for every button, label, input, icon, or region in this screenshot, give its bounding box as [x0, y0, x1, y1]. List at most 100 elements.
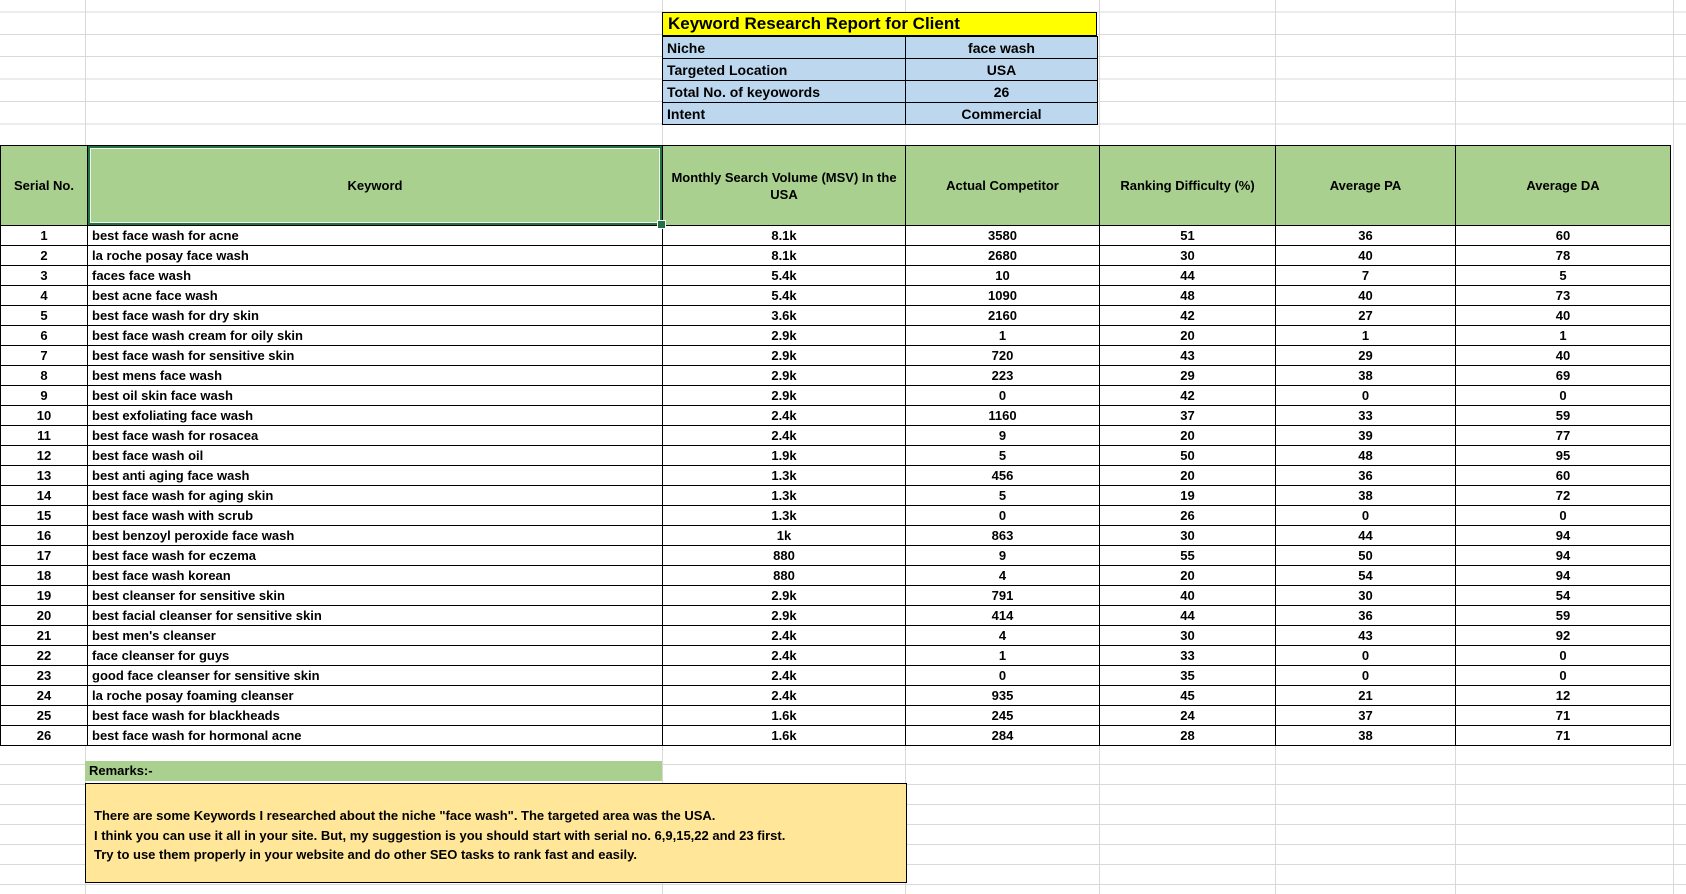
- cell-average-da[interactable]: 92: [1455, 625, 1671, 646]
- cell-average-da[interactable]: 71: [1455, 725, 1671, 746]
- cell-ranking-difficulty[interactable]: 40: [1099, 585, 1276, 606]
- cell-average-da[interactable]: 60: [1455, 465, 1671, 486]
- cell-actual-competitor[interactable]: 720: [905, 345, 1100, 366]
- cell-ranking-difficulty[interactable]: 35: [1099, 665, 1276, 686]
- cell-msv[interactable]: 2.4k: [662, 425, 906, 446]
- cell-serial-no[interactable]: 17: [0, 545, 88, 566]
- cell-average-pa[interactable]: 33: [1275, 405, 1456, 426]
- cell-serial-no[interactable]: 10: [0, 405, 88, 426]
- cell-ranking-difficulty[interactable]: 44: [1099, 265, 1276, 286]
- column-header-actual-competitor[interactable]: Actual Competitor: [905, 145, 1100, 226]
- cell-keyword[interactable]: best face wash for blackheads: [87, 705, 663, 726]
- cell-serial-no[interactable]: 15: [0, 505, 88, 526]
- cell-keyword[interactable]: face cleanser for guys: [87, 645, 663, 666]
- cell-keyword[interactable]: best face wash cream for oily skin: [87, 325, 663, 346]
- cell-average-pa[interactable]: 29: [1275, 345, 1456, 366]
- info-value-cell[interactable]: Commercial: [905, 102, 1098, 125]
- cell-average-pa[interactable]: 40: [1275, 285, 1456, 306]
- cell-actual-competitor[interactable]: 223: [905, 365, 1100, 386]
- cell-actual-competitor[interactable]: 2160: [905, 305, 1100, 326]
- cell-serial-no[interactable]: 13: [0, 465, 88, 486]
- cell-ranking-difficulty[interactable]: 20: [1099, 565, 1276, 586]
- cell-keyword[interactable]: best oil skin face wash: [87, 385, 663, 406]
- cell-keyword[interactable]: best cleanser for sensitive skin: [87, 585, 663, 606]
- cell-average-pa[interactable]: 37: [1275, 705, 1456, 726]
- cell-average-pa[interactable]: 27: [1275, 305, 1456, 326]
- report-title-cell[interactable]: Keyword Research Report for Client: [662, 12, 1097, 36]
- cell-serial-no[interactable]: 2: [0, 245, 88, 266]
- cell-serial-no[interactable]: 1: [0, 225, 88, 246]
- cell-average-pa[interactable]: 44: [1275, 525, 1456, 546]
- cell-msv[interactable]: 5.4k: [662, 265, 906, 286]
- cell-actual-competitor[interactable]: 0: [905, 385, 1100, 406]
- cell-serial-no[interactable]: 6: [0, 325, 88, 346]
- cell-ranking-difficulty[interactable]: 33: [1099, 645, 1276, 666]
- cell-keyword[interactable]: best face wash for acne: [87, 225, 663, 246]
- cell-average-pa[interactable]: 38: [1275, 365, 1456, 386]
- cell-ranking-difficulty[interactable]: 43: [1099, 345, 1276, 366]
- cell-ranking-difficulty[interactable]: 30: [1099, 245, 1276, 266]
- cell-msv[interactable]: 1.6k: [662, 725, 906, 746]
- cell-msv[interactable]: 880: [662, 565, 906, 586]
- cell-ranking-difficulty[interactable]: 19: [1099, 485, 1276, 506]
- cell-average-da[interactable]: 1: [1455, 325, 1671, 346]
- cell-msv[interactable]: 2.4k: [662, 625, 906, 646]
- info-label-cell[interactable]: Targeted Location: [662, 58, 906, 81]
- cell-msv[interactable]: 8.1k: [662, 245, 906, 266]
- cell-average-pa[interactable]: 43: [1275, 625, 1456, 646]
- cell-serial-no[interactable]: 3: [0, 265, 88, 286]
- column-header-msv[interactable]: Monthly Search Volume (MSV) In the USA: [662, 145, 906, 226]
- cell-msv[interactable]: 3.6k: [662, 305, 906, 326]
- cell-keyword[interactable]: faces face wash: [87, 265, 663, 286]
- info-value-cell[interactable]: USA: [905, 58, 1098, 81]
- cell-keyword[interactable]: best mens face wash: [87, 365, 663, 386]
- cell-average-da[interactable]: 0: [1455, 645, 1671, 666]
- cell-msv[interactable]: 2.9k: [662, 585, 906, 606]
- cell-keyword[interactable]: best face wash with scrub: [87, 505, 663, 526]
- cell-serial-no[interactable]: 8: [0, 365, 88, 386]
- cell-keyword[interactable]: best face wash for rosacea: [87, 425, 663, 446]
- cell-actual-competitor[interactable]: 9: [905, 545, 1100, 566]
- column-header-serial-no[interactable]: Serial No.: [0, 145, 88, 226]
- cell-msv[interactable]: 1.3k: [662, 465, 906, 486]
- cell-average-da[interactable]: 54: [1455, 585, 1671, 606]
- cell-average-pa[interactable]: 0: [1275, 385, 1456, 406]
- cell-average-pa[interactable]: 40: [1275, 245, 1456, 266]
- cell-keyword[interactable]: la roche posay foaming cleanser: [87, 685, 663, 706]
- cell-ranking-difficulty[interactable]: 24: [1099, 705, 1276, 726]
- cell-serial-no[interactable]: 22: [0, 645, 88, 666]
- cell-serial-no[interactable]: 7: [0, 345, 88, 366]
- cell-keyword[interactable]: best men's cleanser: [87, 625, 663, 646]
- cell-serial-no[interactable]: 21: [0, 625, 88, 646]
- cell-actual-competitor[interactable]: 456: [905, 465, 1100, 486]
- cell-average-pa[interactable]: 36: [1275, 465, 1456, 486]
- cell-serial-no[interactable]: 23: [0, 665, 88, 686]
- cell-actual-competitor[interactable]: 284: [905, 725, 1100, 746]
- cell-msv[interactable]: 1.6k: [662, 705, 906, 726]
- cell-average-da[interactable]: 40: [1455, 305, 1671, 326]
- cell-ranking-difficulty[interactable]: 28: [1099, 725, 1276, 746]
- cell-average-pa[interactable]: 36: [1275, 225, 1456, 246]
- cell-ranking-difficulty[interactable]: 37: [1099, 405, 1276, 426]
- cell-ranking-difficulty[interactable]: 42: [1099, 305, 1276, 326]
- cell-ranking-difficulty[interactable]: 20: [1099, 425, 1276, 446]
- cell-average-da[interactable]: 78: [1455, 245, 1671, 266]
- cell-serial-no[interactable]: 26: [0, 725, 88, 746]
- cell-msv[interactable]: 1.9k: [662, 445, 906, 466]
- cell-msv[interactable]: 2.9k: [662, 605, 906, 626]
- cell-keyword[interactable]: best face wash korean: [87, 565, 663, 586]
- cell-msv[interactable]: 1k: [662, 525, 906, 546]
- cell-keyword[interactable]: best face wash for dry skin: [87, 305, 663, 326]
- cell-msv[interactable]: 2.4k: [662, 685, 906, 706]
- cell-serial-no[interactable]: 5: [0, 305, 88, 326]
- cell-serial-no[interactable]: 19: [0, 585, 88, 606]
- cell-actual-competitor[interactable]: 1090: [905, 285, 1100, 306]
- cell-average-da[interactable]: 72: [1455, 485, 1671, 506]
- info-label-cell[interactable]: Niche: [662, 36, 906, 59]
- cell-average-pa[interactable]: 38: [1275, 485, 1456, 506]
- cell-average-da[interactable]: 0: [1455, 505, 1671, 526]
- remarks-header-cell[interactable]: Remarks:-: [85, 761, 662, 781]
- cell-average-pa[interactable]: 54: [1275, 565, 1456, 586]
- cell-actual-competitor[interactable]: 245: [905, 705, 1100, 726]
- cell-average-da[interactable]: 12: [1455, 685, 1671, 706]
